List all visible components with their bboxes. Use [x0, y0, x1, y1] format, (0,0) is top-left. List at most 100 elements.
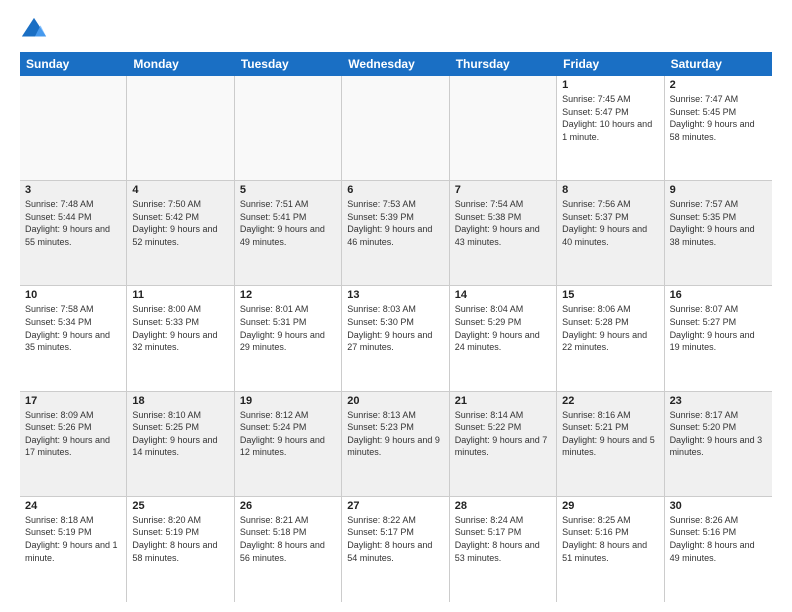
header-day-sunday: Sunday [20, 52, 127, 76]
header-day-monday: Monday [127, 52, 234, 76]
day-cell-16: 16 Sunrise: 8:07 AM Sunset: 5:27 PM Dayli… [665, 286, 772, 390]
day-number: 23 [670, 395, 767, 407]
calendar: SundayMondayTuesdayWednesdayThursdayFrid… [20, 52, 772, 602]
day-cell-1: 1 Sunrise: 7:45 AM Sunset: 5:47 PM Daylig… [557, 76, 664, 180]
day-info: Sunrise: 7:45 AM Sunset: 5:47 PM Dayligh… [562, 93, 658, 143]
empty-cell [450, 76, 557, 180]
day-cell-15: 15 Sunrise: 8:06 AM Sunset: 5:28 PM Dayli… [557, 286, 664, 390]
empty-cell [127, 76, 234, 180]
calendar-header: SundayMondayTuesdayWednesdayThursdayFrid… [20, 52, 772, 76]
empty-cell [342, 76, 449, 180]
day-info: Sunrise: 8:26 AM Sunset: 5:16 PM Dayligh… [670, 514, 767, 564]
day-cell-8: 8 Sunrise: 7:56 AM Sunset: 5:37 PM Daylig… [557, 181, 664, 285]
day-info: Sunrise: 8:03 AM Sunset: 5:30 PM Dayligh… [347, 303, 443, 353]
day-number: 9 [670, 184, 767, 196]
day-cell-25: 25 Sunrise: 8:20 AM Sunset: 5:19 PM Dayli… [127, 497, 234, 602]
day-info: Sunrise: 7:53 AM Sunset: 5:39 PM Dayligh… [347, 198, 443, 248]
day-cell-26: 26Sunrise: 8:21 AM Sunset: 5:18 PM Dayli… [235, 497, 342, 602]
day-info: Sunrise: 8:00 AM Sunset: 5:33 PM Dayligh… [132, 303, 228, 353]
day-number: 19 [240, 395, 336, 407]
day-cell-22: 22Sunrise: 8:16 AM Sunset: 5:21 PM Dayli… [557, 392, 664, 496]
day-number: 4 [132, 184, 228, 196]
day-number: 29 [562, 500, 658, 512]
day-number: 8 [562, 184, 658, 196]
day-number: 7 [455, 184, 551, 196]
day-info: Sunrise: 7:50 AM Sunset: 5:42 PM Dayligh… [132, 198, 228, 248]
day-cell-19: 19Sunrise: 8:12 AM Sunset: 5:24 PM Dayli… [235, 392, 342, 496]
day-info: Sunrise: 8:04 AM Sunset: 5:29 PM Dayligh… [455, 303, 551, 353]
day-number: 1 [562, 79, 658, 91]
day-cell-20: 20 Sunrise: 8:13 AM Sunset: 5:23 PM Dayli… [342, 392, 449, 496]
day-info: Sunrise: 7:47 AM Sunset: 5:45 PM Dayligh… [670, 93, 767, 143]
day-info: Sunrise: 8:17 AM Sunset: 5:20 PM Dayligh… [670, 409, 767, 459]
day-cell-14: 14Sunrise: 8:04 AM Sunset: 5:29 PM Dayli… [450, 286, 557, 390]
day-number: 17 [25, 395, 121, 407]
day-info: Sunrise: 8:13 AM Sunset: 5:23 PM Dayligh… [347, 409, 443, 459]
week-row-1: 3 Sunrise: 7:48 AM Sunset: 5:44 PM Daylig… [20, 181, 772, 286]
day-cell-27: 27 Sunrise: 8:22 AM Sunset: 5:17 PM Dayli… [342, 497, 449, 602]
empty-cell [235, 76, 342, 180]
day-info: Sunrise: 7:54 AM Sunset: 5:38 PM Dayligh… [455, 198, 551, 248]
day-number: 10 [25, 289, 121, 301]
calendar-body: 1 Sunrise: 7:45 AM Sunset: 5:47 PM Daylig… [20, 76, 772, 602]
day-info: Sunrise: 8:25 AM Sunset: 5:16 PM Dayligh… [562, 514, 658, 564]
day-info: Sunrise: 8:07 AM Sunset: 5:27 PM Dayligh… [670, 303, 767, 353]
page-header [20, 16, 772, 44]
header-day-tuesday: Tuesday [235, 52, 342, 76]
day-cell-23: 23 Sunrise: 8:17 AM Sunset: 5:20 PM Dayli… [665, 392, 772, 496]
empty-cell [20, 76, 127, 180]
day-info: Sunrise: 7:48 AM Sunset: 5:44 PM Dayligh… [25, 198, 121, 248]
week-row-3: 17 Sunrise: 8:09 AM Sunset: 5:26 PM Dayli… [20, 392, 772, 497]
day-info: Sunrise: 8:24 AM Sunset: 5:17 PM Dayligh… [455, 514, 551, 564]
day-number: 20 [347, 395, 443, 407]
day-number: 25 [132, 500, 228, 512]
day-info: Sunrise: 7:58 AM Sunset: 5:34 PM Dayligh… [25, 303, 121, 353]
day-cell-2: 2 Sunrise: 7:47 AM Sunset: 5:45 PM Daylig… [665, 76, 772, 180]
logo [20, 16, 52, 44]
day-number: 6 [347, 184, 443, 196]
week-row-2: 10 Sunrise: 7:58 AM Sunset: 5:34 PM Dayli… [20, 286, 772, 391]
day-number: 22 [562, 395, 658, 407]
day-cell-4: 4 Sunrise: 7:50 AM Sunset: 5:42 PM Daylig… [127, 181, 234, 285]
day-cell-13: 13 Sunrise: 8:03 AM Sunset: 5:30 PM Dayli… [342, 286, 449, 390]
day-cell-29: 29 Sunrise: 8:25 AM Sunset: 5:16 PM Dayli… [557, 497, 664, 602]
day-number: 28 [455, 500, 551, 512]
day-cell-17: 17 Sunrise: 8:09 AM Sunset: 5:26 PM Dayli… [20, 392, 127, 496]
day-number: 16 [670, 289, 767, 301]
header-day-saturday: Saturday [665, 52, 772, 76]
day-cell-18: 18 Sunrise: 8:10 AM Sunset: 5:25 PM Dayli… [127, 392, 234, 496]
day-cell-24: 24 Sunrise: 8:18 AM Sunset: 5:19 PM Dayli… [20, 497, 127, 602]
day-info: Sunrise: 8:06 AM Sunset: 5:28 PM Dayligh… [562, 303, 658, 353]
day-info: Sunrise: 8:22 AM Sunset: 5:17 PM Dayligh… [347, 514, 443, 564]
day-cell-12: 12Sunrise: 8:01 AM Sunset: 5:31 PM Dayli… [235, 286, 342, 390]
day-number: 21 [455, 395, 551, 407]
day-cell-28: 28 Sunrise: 8:24 AM Sunset: 5:17 PM Dayli… [450, 497, 557, 602]
day-info: Sunrise: 7:57 AM Sunset: 5:35 PM Dayligh… [670, 198, 767, 248]
day-number: 13 [347, 289, 443, 301]
day-cell-6: 6 Sunrise: 7:53 AM Sunset: 5:39 PM Daylig… [342, 181, 449, 285]
day-number: 24 [25, 500, 121, 512]
logo-icon [20, 16, 48, 44]
day-info: Sunrise: 8:20 AM Sunset: 5:19 PM Dayligh… [132, 514, 228, 564]
day-info: Sunrise: 8:09 AM Sunset: 5:26 PM Dayligh… [25, 409, 121, 459]
day-number: 18 [132, 395, 228, 407]
day-info: Sunrise: 8:14 AM Sunset: 5:22 PM Dayligh… [455, 409, 551, 459]
day-number: 12 [240, 289, 336, 301]
day-number: 15 [562, 289, 658, 301]
day-cell-11: 11Sunrise: 8:00 AM Sunset: 5:33 PM Dayli… [127, 286, 234, 390]
day-cell-21: 21 Sunrise: 8:14 AM Sunset: 5:22 PM Dayli… [450, 392, 557, 496]
day-cell-5: 5Sunrise: 7:51 AM Sunset: 5:41 PM Daylig… [235, 181, 342, 285]
day-cell-30: 30Sunrise: 8:26 AM Sunset: 5:16 PM Dayli… [665, 497, 772, 602]
day-info: Sunrise: 8:10 AM Sunset: 5:25 PM Dayligh… [132, 409, 228, 459]
day-cell-3: 3 Sunrise: 7:48 AM Sunset: 5:44 PM Daylig… [20, 181, 127, 285]
week-row-0: 1 Sunrise: 7:45 AM Sunset: 5:47 PM Daylig… [20, 76, 772, 181]
day-number: 3 [25, 184, 121, 196]
day-number: 2 [670, 79, 767, 91]
header-day-wednesday: Wednesday [342, 52, 449, 76]
day-info: Sunrise: 8:21 AM Sunset: 5:18 PM Dayligh… [240, 514, 336, 564]
day-number: 27 [347, 500, 443, 512]
week-row-4: 24 Sunrise: 8:18 AM Sunset: 5:19 PM Dayli… [20, 497, 772, 602]
day-info: Sunrise: 7:51 AM Sunset: 5:41 PM Dayligh… [240, 198, 336, 248]
day-info: Sunrise: 8:18 AM Sunset: 5:19 PM Dayligh… [25, 514, 121, 564]
day-info: Sunrise: 7:56 AM Sunset: 5:37 PM Dayligh… [562, 198, 658, 248]
